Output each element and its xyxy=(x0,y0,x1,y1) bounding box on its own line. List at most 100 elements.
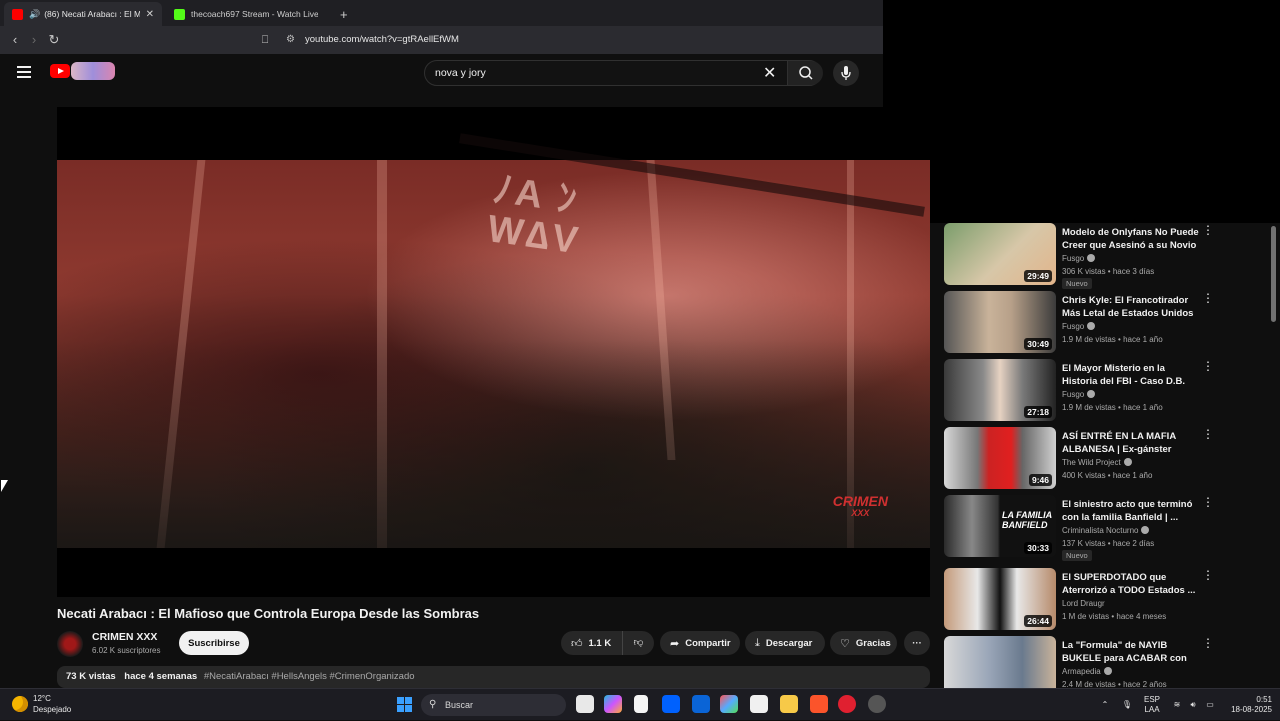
microphone-tray-icon[interactable]: 🎙︎ xyxy=(1120,689,1134,721)
tab-title: (86) Necati Arabacı : El Mafioso xyxy=(44,9,140,19)
video-thumbnail[interactable]: 9:46 xyxy=(944,427,1056,489)
close-tab-icon[interactable]: ✕ xyxy=(146,9,154,20)
download-button[interactable]: ⤓ Descargar xyxy=(745,631,825,655)
recommendation-item[interactable]: 9:46 ASÍ ENTRÉ EN LA MAFIA ALBANESA | Ex… xyxy=(944,427,1214,491)
description-box[interactable]: 73 K vistas hace 4 semanas #NecatiArabac… xyxy=(57,666,930,688)
channel-name[interactable]: CRIMEN XXX xyxy=(92,631,157,643)
recommendation-item[interactable]: LA FAMILIA BANFIELD 30:33 El siniestro a… xyxy=(944,495,1214,561)
file-explorer-icon[interactable] xyxy=(780,695,798,713)
photos-icon[interactable] xyxy=(720,695,738,713)
more-options-icon[interactable]: ⋮ xyxy=(1202,569,1214,581)
battery-icon[interactable]: ▭ xyxy=(1203,689,1217,721)
youtube-logo-icon[interactable] xyxy=(50,64,70,78)
microphone-icon xyxy=(841,66,851,80)
search-input[interactable] xyxy=(435,61,755,85)
recommendation-title[interactable]: El siniestro acto que terminó con la fam… xyxy=(1062,498,1200,524)
weather-description[interactable]: Despejado xyxy=(33,705,71,714)
video-thumbnail[interactable]: 30:49 xyxy=(944,291,1056,353)
new-tab-button[interactable]: + xyxy=(332,2,352,26)
video-player[interactable]: ﾉA ﾝ W∆V CRIMEN XXX xyxy=(57,107,930,597)
video-thumbnail[interactable]: 29:49 xyxy=(944,223,1056,285)
recommendation-item[interactable]: 27:18 El Mayor Misterio en la Historia d… xyxy=(944,359,1214,423)
search-icon xyxy=(799,66,813,80)
tab-kick[interactable]: thecoach697 Stream - Watch Live on xyxy=(166,2,326,26)
reload-icon[interactable]: ↻ xyxy=(46,32,62,48)
video-frame: ﾉA ﾝ W∆V xyxy=(57,133,930,548)
new-badge: Nuevo xyxy=(1062,550,1092,561)
recommendation-title[interactable]: El Mayor Misterio en la Historia del FBI… xyxy=(1062,362,1200,388)
recommendation-item[interactable]: 30:49 Chris Kyle: El Francotirador Más L… xyxy=(944,291,1214,355)
channel-watermark: CRIMEN XXX xyxy=(832,493,888,518)
recommendation-meta: 137 K vistas • hace 2 días xyxy=(1062,539,1155,548)
more-icon: ··· xyxy=(912,637,922,649)
search-button[interactable] xyxy=(787,61,823,85)
store-icon[interactable] xyxy=(750,695,768,713)
clock[interactable]: 0:51 18-08-2025 xyxy=(1222,689,1272,721)
recommendation-channel[interactable]: Armapedia xyxy=(1062,667,1112,676)
bookmark-icon[interactable]: ⎕ xyxy=(257,32,273,48)
recommendation-title[interactable]: La "Formula" de NAYIB BUKELE para ACABAR… xyxy=(1062,639,1200,665)
copilot-icon[interactable] xyxy=(604,695,622,713)
forward-icon[interactable]: › xyxy=(26,32,42,48)
video-thumbnail[interactable] xyxy=(944,636,1056,688)
thanks-button[interactable]: ♡ Gracias xyxy=(830,631,897,655)
weather-temperature[interactable]: 12°C xyxy=(33,694,51,703)
recommendation-item[interactable]: 26:44 El SUPERDOTADO que Aterrorizó a TO… xyxy=(944,568,1214,632)
youtube-doodle-icon[interactable] xyxy=(71,62,115,80)
site-settings-icon[interactable]: ⚙ xyxy=(286,30,295,50)
sidebar-scrollbar[interactable] xyxy=(1271,226,1276,322)
hashtags[interactable]: #NecatiArabacı #HellsAngels #CrimenOrgan… xyxy=(204,671,415,682)
dropbox-icon[interactable] xyxy=(662,695,680,713)
video-thumbnail[interactable]: 27:18 xyxy=(944,359,1056,421)
notepad-icon[interactable] xyxy=(634,695,648,713)
more-options-icon[interactable]: ⋮ xyxy=(1202,292,1214,304)
more-options-icon[interactable]: ⋮ xyxy=(1202,496,1214,508)
back-icon[interactable]: ‹ xyxy=(7,32,23,48)
share-button[interactable]: ➦ Compartir xyxy=(660,631,740,655)
video-thumbnail[interactable]: LA FAMILIA BANFIELD 30:33 xyxy=(944,495,1056,557)
recommendation-channel[interactable]: Fusgo xyxy=(1062,254,1096,263)
more-actions-button[interactable]: ··· xyxy=(904,631,930,655)
moon-weather-icon[interactable] xyxy=(12,696,28,712)
menu-icon[interactable] xyxy=(17,66,31,78)
start-button[interactable] xyxy=(397,697,412,712)
dislike-button[interactable]: 👎︎ xyxy=(623,631,654,655)
recommendation-channel[interactable]: The Wild Project xyxy=(1062,458,1132,467)
taskbar-search[interactable]: ⚲ Buscar xyxy=(421,694,566,716)
voice-search-button[interactable] xyxy=(833,60,859,86)
clear-search-icon[interactable]: ✕ xyxy=(763,63,776,83)
recommendation-title[interactable]: El SUPERDOTADO que Aterrorizó a TODO Est… xyxy=(1062,571,1200,597)
duration: 30:49 xyxy=(1024,338,1052,350)
task-view-icon[interactable] xyxy=(576,695,594,713)
tab-youtube[interactable]: 🔊 (86) Necati Arabacı : El Mafioso ✕ xyxy=(4,2,162,26)
app-icon[interactable] xyxy=(868,695,886,713)
recommendation-channel[interactable]: Fusgo xyxy=(1062,390,1096,399)
recommendation-item[interactable]: 29:49 Modelo de Onlyfans No Puede Creer … xyxy=(944,223,1214,289)
like-button[interactable]: 👍︎ 1.1 K xyxy=(561,631,623,655)
outlook-icon[interactable] xyxy=(692,695,710,713)
recommendation-title[interactable]: Modelo de Onlyfans No Puede Creer que As… xyxy=(1062,226,1200,252)
duration: 26:44 xyxy=(1024,615,1052,627)
recommendation-channel[interactable]: Criminalista Nocturno xyxy=(1062,526,1150,535)
recommendation-item[interactable]: La "Formula" de NAYIB BUKELE para ACABAR… xyxy=(944,636,1214,688)
more-options-icon[interactable]: ⋮ xyxy=(1202,224,1214,236)
address-bar[interactable]: ⚙ youtube.com/watch?v=gtRAellEfWM xyxy=(279,30,883,50)
thumbs-down-icon: 👎︎ xyxy=(633,637,644,648)
browser-tab-bar: 🔊 (86) Necati Arabacı : El Mafioso ✕ the… xyxy=(0,0,883,26)
more-options-icon[interactable]: ⋮ xyxy=(1202,428,1214,440)
channel-avatar[interactable] xyxy=(57,631,83,657)
recommendation-title[interactable]: ASÍ ENTRÉ EN LA MAFIA ALBANESA | Ex-gáns… xyxy=(1062,430,1200,456)
language-indicator[interactable]: ESP LAA xyxy=(1140,689,1164,721)
media-player-icon[interactable] xyxy=(838,695,856,713)
wifi-icon[interactable]: ≋ xyxy=(1170,689,1184,721)
video-thumbnail[interactable]: 26:44 xyxy=(944,568,1056,630)
recommendation-title[interactable]: Chris Kyle: El Francotirador Más Letal d… xyxy=(1062,294,1200,320)
more-options-icon[interactable]: ⋮ xyxy=(1202,637,1214,649)
subscribe-button[interactable]: Suscribirse xyxy=(179,631,249,655)
tray-chevron-icon[interactable]: ⌃ xyxy=(1098,689,1112,721)
brave-browser-icon[interactable] xyxy=(810,695,828,713)
recommendation-channel[interactable]: Fusgo xyxy=(1062,322,1096,331)
more-options-icon[interactable]: ⋮ xyxy=(1202,360,1214,372)
recommendation-channel[interactable]: Lord Draugr xyxy=(1062,599,1105,608)
volume-icon[interactable]: 🔊︎ xyxy=(1186,689,1200,721)
